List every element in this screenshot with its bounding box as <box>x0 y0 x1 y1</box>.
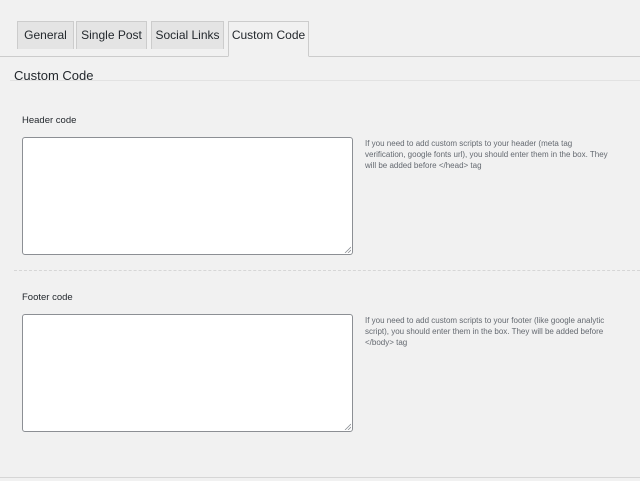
resize-grip-icon[interactable] <box>344 423 351 430</box>
footer-code-label: Footer code <box>22 292 73 303</box>
footer-code-help: If you need to add custom scripts to you… <box>365 316 605 347</box>
footer-code-textarea[interactable] <box>22 314 353 432</box>
header-code-label: Header code <box>22 115 77 126</box>
tab-general[interactable]: General <box>17 21 74 49</box>
title-divider <box>10 80 640 81</box>
panel-bottom-divider <box>0 477 640 478</box>
tab-single-post[interactable]: Single Post <box>76 21 147 49</box>
header-code-textarea[interactable] <box>22 137 353 255</box>
settings-tabs: General Single Post Social Links Custom … <box>0 0 640 57</box>
tab-social-links[interactable]: Social Links <box>151 21 224 49</box>
custom-code-panel: Custom Code Header code If you need to a… <box>0 57 640 481</box>
tab-custom-code[interactable]: Custom Code <box>228 21 309 57</box>
header-code-help: If you need to add custom scripts to you… <box>365 139 608 170</box>
field-separator <box>14 270 640 271</box>
resize-grip-icon[interactable] <box>344 246 351 253</box>
